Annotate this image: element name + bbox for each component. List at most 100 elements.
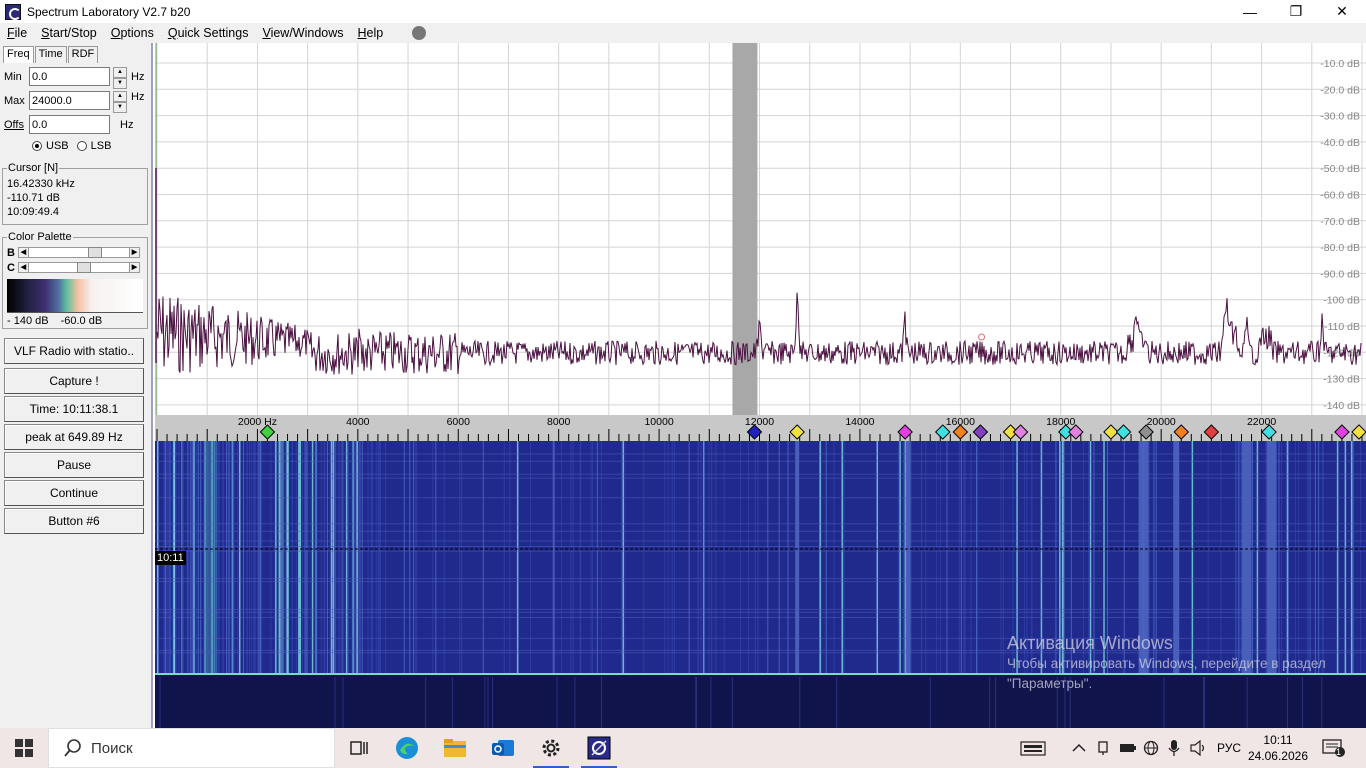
minimize-button[interactable]: — — [1227, 0, 1273, 23]
start-button[interactable] — [0, 728, 48, 768]
tab-freq[interactable]: Freq — [3, 46, 34, 63]
menu-file[interactable]: File — [0, 26, 34, 40]
scale-label: 14000 — [845, 416, 874, 428]
spectrum-graph[interactable]: -10.0 dB -20.0 dB -30.0 dB -40.0 dB -50.0 dB… — [155, 43, 1366, 415]
frequency-scale-plot[interactable]: 2000 Hz 4000 6000 8000 10000 12000 14000 16000 1… — [155, 415, 1366, 441]
taskbar-clock[interactable]: 10:11 24.06.2026 — [1248, 732, 1308, 764]
network-device-icon[interactable] — [1096, 728, 1110, 768]
maximize-button[interactable]: ❐ — [1273, 0, 1319, 23]
window-title: Spectrum Laboratory V2.7 b20 — [27, 4, 191, 19]
settings-gear-icon[interactable] — [527, 728, 575, 768]
offs-unit: Hz — [120, 118, 134, 131]
contrast-slider[interactable]: ◀ ▶ — [17, 262, 140, 273]
task-view-icon[interactable] — [335, 728, 383, 768]
brightness-row: B ◀ ▶ — [7, 245, 143, 260]
station-marker — [789, 424, 805, 440]
taskbar-search[interactable]: Поиск — [48, 728, 335, 768]
microphone-icon[interactable] — [1168, 728, 1180, 768]
spectrum-lab-taskbar-icon[interactable] — [575, 728, 623, 768]
notifications-icon[interactable]: 1 — [1322, 728, 1346, 768]
menu-quick-settings[interactable]: Quick Settings — [161, 26, 256, 40]
palette-range: - 140 dB -60.0 dB — [7, 315, 143, 327]
db-label: -30.0 dB — [1320, 111, 1360, 123]
db-label: -140 dB — [1323, 400, 1360, 412]
db-label: -80.0 dB — [1320, 242, 1360, 254]
db-label: -70.0 dB — [1320, 216, 1360, 228]
station-marker — [1203, 424, 1220, 440]
cursor-level: -110.71 dB — [7, 192, 61, 204]
clock-time: 10:11 — [1263, 733, 1293, 747]
title-bar: Spectrum Laboratory V2.7 b20 — ❐ ✕ — [0, 0, 1366, 23]
clock-date: 24.06.2026 — [1247, 749, 1308, 763]
sideband-selector: USB LSB — [32, 140, 111, 152]
max-label: Max — [4, 94, 25, 107]
palette-gradient — [7, 279, 143, 313]
menu-options[interactable]: Options — [104, 26, 161, 40]
menu-view-windows[interactable]: View/Windows — [255, 26, 350, 40]
spin-down-icon[interactable]: ▼ — [113, 78, 127, 89]
brightness-label: B — [7, 246, 15, 259]
spin-up-icon[interactable]: ▲ — [113, 91, 127, 102]
scale-label: 4000 — [346, 416, 370, 428]
db-label: -90.0 dB — [1320, 268, 1360, 280]
min-label: Min — [4, 70, 22, 83]
palette-max: -60.0 dB — [60, 315, 103, 327]
spin-up-icon[interactable]: ▲ — [113, 67, 127, 78]
time-button[interactable]: Time: 10:11:38.1 — [4, 396, 144, 422]
edge-browser-icon[interactable] — [383, 728, 431, 768]
db-label: -20.0 dB — [1320, 84, 1360, 96]
lsb-radio[interactable] — [76, 141, 87, 151]
tab-time[interactable]: Time — [34, 46, 67, 63]
scale-label: 20000 — [1147, 416, 1176, 428]
contrast-thumb[interactable] — [76, 262, 91, 273]
outlook-icon[interactable] — [479, 728, 527, 768]
continue-button[interactable]: Continue — [4, 480, 144, 506]
keyboard-layout-icon[interactable] — [1020, 728, 1046, 768]
arrow-right-icon[interactable]: ▶ — [128, 262, 140, 273]
arrow-right-icon[interactable]: ▶ — [128, 247, 140, 258]
close-button[interactable]: ✕ — [1319, 0, 1365, 23]
button-6[interactable]: Button #6 — [4, 508, 144, 534]
station-marker — [1173, 424, 1190, 440]
arrow-left-icon[interactable]: ◀ — [17, 247, 29, 258]
chevron-up-icon[interactable] — [1072, 728, 1086, 768]
scale-label: 8000 — [547, 416, 571, 428]
file-explorer-icon[interactable] — [431, 728, 479, 768]
globe-network-icon[interactable] — [1143, 728, 1159, 768]
menu-help[interactable]: Help — [351, 26, 391, 40]
palette-min: - 140 dB — [7, 315, 49, 327]
scale-label: 6000 — [447, 416, 471, 428]
waterfall-time-label: 10:11 — [155, 551, 186, 565]
peak-button[interactable]: peak at 649.89 Hz — [4, 424, 144, 450]
brightness-thumb[interactable] — [87, 247, 102, 258]
arrow-left-icon[interactable]: ◀ — [17, 262, 29, 273]
station-marker — [1351, 424, 1366, 440]
min-row: Min ▲▼ Hz — [4, 67, 145, 89]
min-unit: Hz — [131, 70, 145, 83]
spectrum-plot[interactable]: -10.0 dB -20.0 dB -30.0 dB -40.0 dB -50.0 dB… — [155, 43, 1366, 415]
max-spinner[interactable]: ▲ ▼ — [113, 91, 127, 113]
battery-icon[interactable] — [1119, 728, 1137, 768]
pause-button[interactable]: Pause — [4, 452, 144, 478]
cursor-group: Cursor [N] 16.42330 kHz -110.71 dB 10:09… — [2, 161, 148, 225]
language-indicator[interactable]: РУС — [1217, 728, 1241, 768]
frequency-scale[interactable]: 2000 Hz 4000 6000 8000 10000 12000 14000 16000 1… — [155, 415, 1366, 441]
min-freq-input[interactable] — [29, 67, 110, 86]
offs-label[interactable]: Offs — [4, 119, 29, 131]
tab-rdf[interactable]: RDF — [67, 46, 99, 63]
spectrum-lab-window: Spectrum Laboratory V2.7 b20 — ❐ ✕ File … — [0, 0, 1366, 768]
max-unit: Hz — [131, 90, 145, 103]
menu-start-stop[interactable]: Start/Stop — [34, 26, 104, 40]
usb-radio[interactable] — [32, 141, 42, 151]
max-freq-input[interactable] — [29, 91, 110, 110]
volume-icon[interactable] — [1190, 728, 1208, 768]
spin-down-icon[interactable]: ▼ — [113, 102, 127, 113]
offs-freq-input[interactable] — [29, 115, 110, 134]
scale-label: 12000 — [745, 416, 774, 428]
brightness-slider[interactable]: ◀ ▶ — [17, 247, 140, 258]
control-panel: Freq Time RDF Min ▲▼ Hz Max ▲▼ Hz Offs H… — [0, 43, 153, 728]
vlf-radio-button[interactable]: VLF Radio with statio.. — [4, 338, 144, 364]
min-spinner[interactable]: ▲ ▼ — [113, 67, 127, 89]
capture-button[interactable]: Capture ! — [4, 368, 144, 394]
cursor-freq: 16.42330 kHz — [7, 178, 75, 190]
